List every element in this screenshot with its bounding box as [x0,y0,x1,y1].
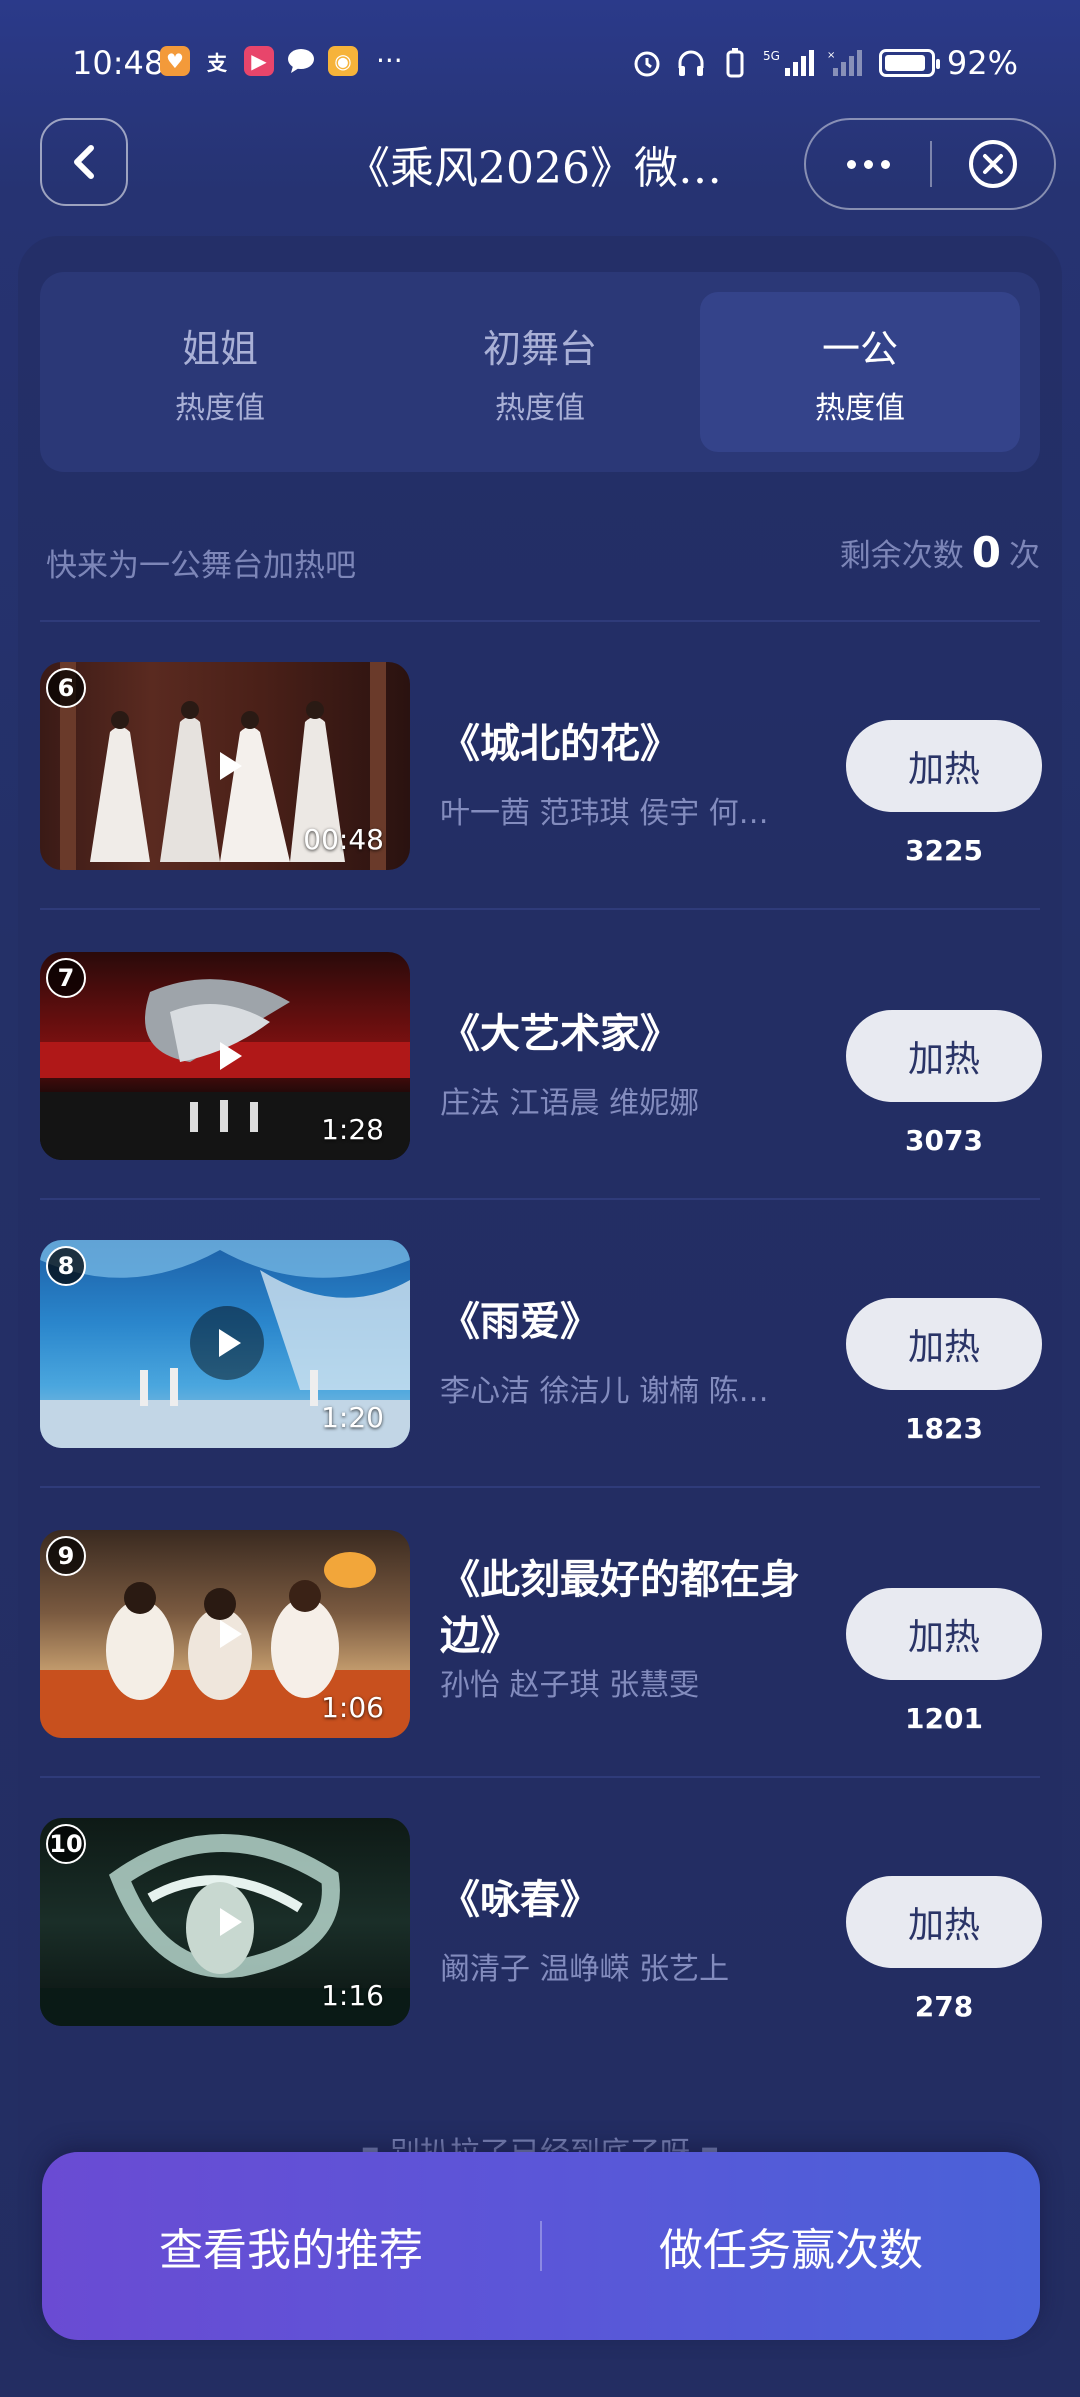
heat-button[interactable]: 加热 [846,720,1042,812]
tab-sublabel: 热度值 [495,390,585,426]
tab-label: 一公 [821,326,898,371]
song-artists: 庄法 江语晨 维妮娜 [440,1086,700,1121]
divider [40,1776,1040,1778]
remaining-votes: 剩余次数 0 次 [840,528,1040,577]
status-bar: 10:48 ♥ 支 ▶ ◉ ··· 5G × 92% [0,0,1080,120]
chevron-left-icon [74,145,94,179]
alipay-icon: 支 [207,50,227,75]
remaining-count: 0 [971,528,1001,577]
divider [40,908,1040,910]
video-thumbnail[interactable]: 7 1:28 [40,952,410,1160]
battery-percent: 92% [946,44,1018,82]
close-icon [969,140,1017,188]
video-thumbnail[interactable]: 9 1:06 [40,1530,410,1738]
song-artists: 李心洁 徐洁儿 谢楠 陈… [440,1374,769,1409]
tab-sublabel: 热度值 [175,390,265,426]
tab-first-stage-heat[interactable]: 初舞台 热度值 [380,292,700,452]
headphones-icon [675,47,707,79]
heat-value: 1201 [905,1702,983,1735]
battery-saver-icon [719,47,751,79]
battery-icon [878,49,940,77]
heat-value: 3225 [905,834,983,867]
my-recommendations-button[interactable]: 查看我的推荐 [42,2214,540,2278]
more-options-button[interactable] [806,159,930,169]
song-title: 《雨爱》 [440,1299,600,1345]
video-duration: 1:20 [321,1401,384,1434]
video-app-icon: ▶ [244,46,274,76]
rank-badge: 7 [46,958,86,998]
earn-votes-task-button[interactable]: 做任务赢次数 [542,2214,1040,2278]
heat-button[interactable]: 加热 [846,1588,1042,1680]
battery-level [884,55,926,71]
heat-hint-text: 快来为一公舞台加热吧 [46,548,356,584]
svg-text:×: × [827,50,835,61]
ranking-tabs: 姐姐 热度值 初舞台 热度值 一公 热度值 [40,272,1040,472]
song-title: 《大艺术家》 [440,1011,680,1057]
heat-value: 1823 [905,1412,983,1445]
page-title: 《乘风2026》微… [346,143,722,194]
tab-first-performance-heat[interactable]: 一公 热度值 [700,292,1020,452]
list-item: 10 1:16 《咏春》 阚清子 温峥嵘 张艺上 加热 278 [40,1818,1042,2028]
list-item: 7 1:28 《大艺术家》 庄法 江语晨 维妮娜 加热 3073 [40,952,1042,1162]
video-duration: 1:06 [321,1691,384,1724]
heat-value: 3073 [905,1124,983,1157]
rank-badge: 8 [46,1246,86,1286]
song-artists: 孙怡 赵子琪 张慧雯 [440,1668,700,1703]
divider [40,1198,1040,1200]
heat-button[interactable]: 加热 [846,1010,1042,1102]
song-artists: 阚清子 温峥嵘 张艺上 [440,1952,730,1987]
heat-value: 278 [914,1990,974,2023]
video-thumbnail[interactable]: 10 1:16 [40,1818,410,2026]
bottom-action-bar: 查看我的推荐 做任务赢次数 [42,2152,1040,2340]
heat-button[interactable]: 加热 [846,1298,1042,1390]
tab-label: 姐姐 [181,326,258,371]
play-icon [202,1896,254,1948]
video-duration: 1:16 [321,1979,384,2012]
song-artists: 叶一茜 范玮琪 侯宇 何… [440,796,769,831]
camera-app-icon: ◉ [328,46,358,76]
svg-text:5G: 5G [763,49,780,63]
play-icon [202,1030,254,1082]
heat-button[interactable]: 加热 [846,1876,1042,1968]
video-thumbnail[interactable]: 8 1:20 [40,1240,410,1448]
signal-5g-icon: 5G [763,47,815,79]
heart-app-icon: ♥ [160,46,190,76]
alarm-icon [631,47,663,79]
divider [40,1486,1040,1488]
tab-label: 初舞台 [482,326,597,371]
status-time: 10:48 [72,44,165,82]
play-icon [190,1306,264,1380]
list-item: 8 1:20 《雨爱》 李心洁 徐洁儿 谢楠 陈… 加热 1823 [40,1240,1042,1450]
song-title: 《城北的花》 [440,721,680,767]
rank-badge: 10 [46,1824,86,1864]
play-icon [202,740,254,792]
rank-badge: 9 [46,1536,86,1576]
tab-sisters-heat[interactable]: 姐姐 热度值 [60,292,380,452]
more-notifications-icon: ··· [376,44,403,77]
more-icon-dot [863,159,873,169]
list-item: 9 1:06 《此刻最好的都在身边》 孙怡 赵子琪 张慧雯 加热 1201 [40,1530,1042,1740]
back-button[interactable] [40,118,128,206]
tab-sublabel: 热度值 [815,390,905,426]
mini-program-capsule [804,118,1056,210]
video-duration: 1:28 [321,1113,384,1146]
list-item: 6 00:48 《城北的花》 叶一茜 范玮琪 侯宇 何… 加热 3225 [40,662,1042,872]
divider [40,620,1040,622]
remaining-unit: 次 [1009,538,1040,574]
close-button[interactable] [932,137,1054,191]
song-title: 《此刻最好的都在身边》 [440,1557,800,1659]
song-title: 《咏春》 [440,1877,600,1923]
video-duration: 00:48 [303,823,384,856]
more-icon [846,159,856,169]
chat-app-icon [286,46,316,76]
rank-badge: 6 [46,668,86,708]
notification-icons: ♥ 支 ▶ ◉ ··· [160,46,403,76]
remaining-label: 剩余次数 [839,538,964,574]
more-icon-dot [880,159,890,169]
play-icon [202,1608,254,1660]
video-thumbnail[interactable]: 6 00:48 [40,662,410,870]
signal-secondary-icon: × [827,47,867,79]
